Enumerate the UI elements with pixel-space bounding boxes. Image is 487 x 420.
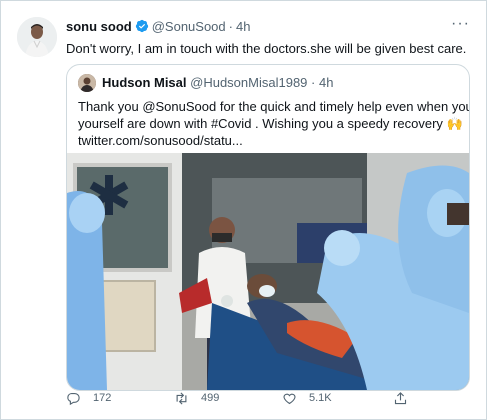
separator-dot: · xyxy=(228,18,233,34)
quoted-tweet[interactable]: Hudson Misal @HudsonMisal1989 · 4h Thank… xyxy=(66,64,470,391)
retweet-button[interactable]: 499 xyxy=(174,388,219,408)
verified-badge-icon xyxy=(135,19,149,33)
tweet-card: sonu sood @SonuSood · 4h ··· Don't worry… xyxy=(0,0,487,420)
share-button[interactable] xyxy=(393,388,420,408)
quoted-author-name[interactable]: Hudson Misal xyxy=(102,75,187,90)
tweet-actions: 172 499 5.1K xyxy=(66,388,468,408)
quoted-text-line: Thank you @SonuSood for the quick and ti… xyxy=(78,99,470,114)
quoted-author-avatar[interactable] xyxy=(78,74,96,92)
tweet-header: sonu sood @SonuSood · 4h xyxy=(66,17,250,35)
retweet-icon xyxy=(176,391,187,405)
like-count: 5.1K xyxy=(309,392,332,404)
quoted-link[interactable]: twitter.com/sonusood/statu... xyxy=(78,132,468,149)
like-icon xyxy=(283,393,296,404)
quoted-tweet-header: Hudson Misal @HudsonMisal1989 · 4h xyxy=(102,75,333,90)
reply-icon xyxy=(67,392,80,405)
author-avatar[interactable] xyxy=(17,17,57,57)
quoted-tweet-text: Thank you @SonuSood for the quick and ti… xyxy=(78,98,470,149)
retweet-count: 499 xyxy=(201,392,220,404)
quoted-author-handle[interactable]: @HudsonMisal1989 xyxy=(190,75,307,90)
tweet-time[interactable]: 4h xyxy=(236,19,250,34)
tweet-text: Don't worry, I am in touch with the doct… xyxy=(66,41,467,56)
reply-button[interactable]: 172 xyxy=(66,388,111,408)
quoted-text-line: yourself are down with #Covid . Wishing … xyxy=(78,116,463,131)
more-icon[interactable]: ··· xyxy=(451,15,470,33)
like-button[interactable]: 5.1K xyxy=(282,388,332,408)
ambulance-photo[interactable] xyxy=(67,153,469,390)
author-handle[interactable]: @SonuSood xyxy=(152,19,226,34)
quoted-tweet-time[interactable]: 4h xyxy=(319,75,333,90)
reply-count: 172 xyxy=(93,392,112,404)
author-name[interactable]: sonu sood xyxy=(66,19,132,34)
share-icon xyxy=(394,391,407,404)
quoted-separator-dot: · xyxy=(311,75,316,90)
